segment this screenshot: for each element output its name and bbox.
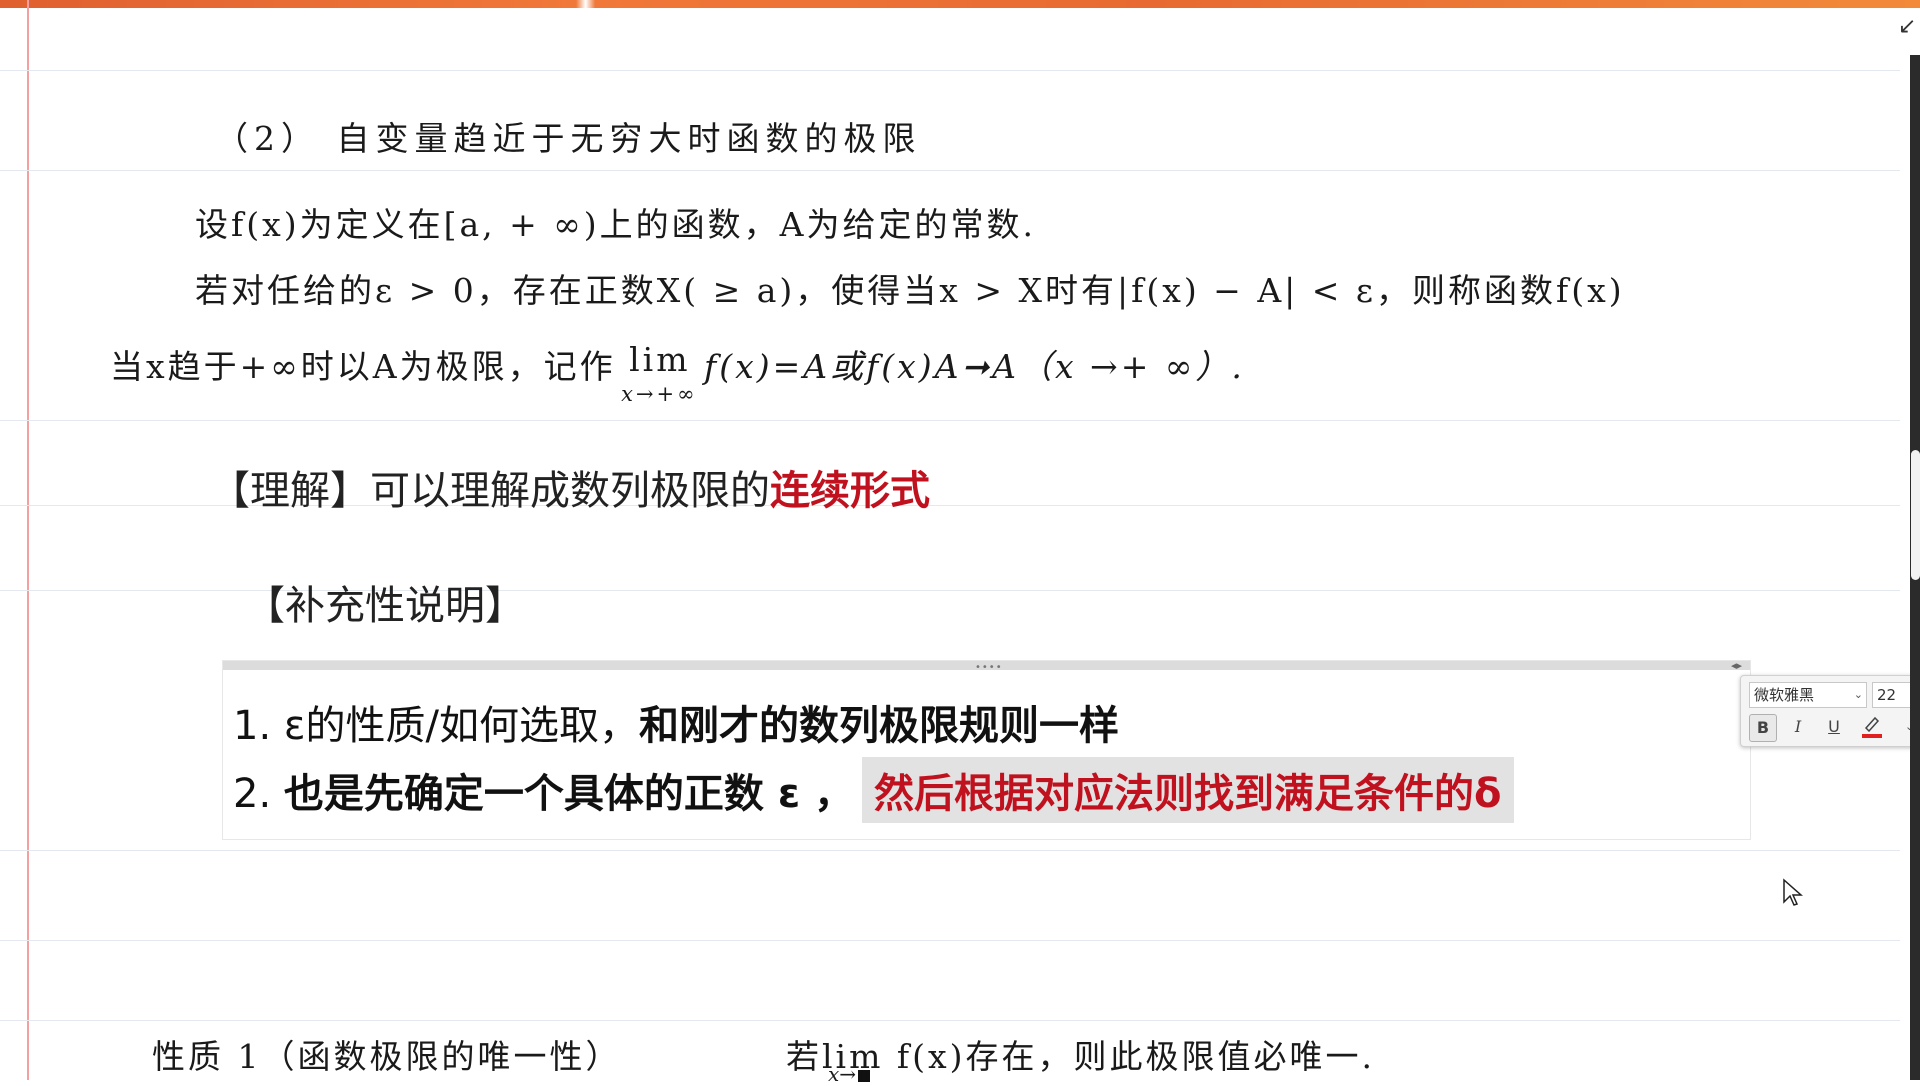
ruled-line: [0, 1020, 1900, 1021]
font-color-button[interactable]: [1859, 714, 1885, 740]
scrollbar-thumb[interactable]: [1911, 450, 1920, 580]
definition-line-3: 当x趋于+∞时以A为极限，记作 lim x→+∞ f(x)=A或f(x)A➞A（…: [110, 340, 1245, 406]
understanding-highlight: 连续形式: [770, 468, 930, 514]
lim-word: lim: [629, 340, 691, 379]
understanding-prefix: 【理解】可以理解成数列极限的: [210, 468, 770, 514]
text-container[interactable]: •••• ◂▸ 1. ε的性质/如何选取，和刚才的数列极限规则一样 2. 也是先…: [222, 659, 1751, 840]
pen-icon: [1864, 716, 1880, 733]
item1-bold: 和刚才的数列极限规则一样: [638, 703, 1119, 749]
ruled-line: [0, 420, 1900, 421]
limit-notation: lim x→+∞: [621, 340, 695, 406]
item1-prefix: 1. ε的性质/如何选取，: [233, 703, 639, 749]
property-label: 性质 1（函数极限的唯一性）: [152, 1037, 622, 1076]
italic-button[interactable]: I: [1785, 714, 1811, 740]
selected-highlight-text[interactable]: 然后根据对应法则找到满足条件的δ: [862, 757, 1514, 823]
font-family-value: 微软雅黑: [1754, 686, 1815, 704]
resize-arrows-icon[interactable]: ◂▸: [1731, 659, 1742, 672]
property-subscript: x→: [828, 1062, 871, 1086]
underline-button[interactable]: U: [1821, 714, 1847, 740]
mouse-cursor-icon: [1783, 878, 1803, 906]
expand-icon[interactable]: ↙: [1898, 14, 1916, 39]
container-drag-handle[interactable]: •••• ◂▸: [223, 659, 1750, 673]
definition-line-3-prefix: 当x趋于+∞时以A为极限，记作: [110, 347, 616, 386]
color-swatch: [1862, 734, 1882, 738]
format-toolbar: 微软雅黑 ⌄ 22 B I U ⌄: [1740, 675, 1920, 747]
property-subscript-text: x→: [828, 1062, 857, 1086]
ruled-line: [0, 940, 1900, 941]
definition-line-3-suffix: f(x)=A或f(x)A➞A（x →+ ∞）.: [704, 347, 1245, 386]
list-item-2[interactable]: 2. 也是先确定一个具体的正数 ε ，然后根据对应法则找到满足条件的δ: [233, 757, 1514, 823]
lim-subscript: x→+∞: [621, 382, 698, 406]
ruled-line: [0, 170, 1900, 171]
grip-icon[interactable]: ••••: [975, 662, 1003, 673]
definition-line-2: 若对任给的ε > 0，存在正数X( ≥ a)，使得当x > X时有|f(x) −…: [195, 271, 1625, 310]
bold-button[interactable]: B: [1749, 714, 1777, 742]
notebook-margin-line: [27, 0, 29, 1080]
item2-prefix: 2.: [233, 771, 284, 817]
ruled-line: [0, 850, 1900, 851]
window-top-bar: [0, 0, 1920, 8]
supplement-title: 【补充性说明】: [245, 583, 525, 629]
list-item-1[interactable]: 1. ε的性质/如何选取，和刚才的数列极限规则一样: [233, 693, 1119, 751]
understanding-note: 【理解】可以理解成数列极限的连续形式: [210, 458, 930, 516]
definition-line-1: 设f(x)为定义在[a, + ∞)上的函数，A为给定的常数.: [195, 205, 1036, 244]
property-text: 若lim f(x)存在，则此极限值必唯一.: [786, 1037, 1375, 1076]
chevron-down-icon[interactable]: ⌄: [1854, 683, 1863, 707]
item2-bold: 也是先确定一个具体的正数 ε ，: [283, 771, 855, 817]
section-title: （2） 自变量趋近于无穷大时函数的极限: [215, 119, 922, 158]
font-family-select[interactable]: 微软雅黑 ⌄: [1749, 682, 1867, 708]
ruled-line: [0, 70, 1900, 71]
